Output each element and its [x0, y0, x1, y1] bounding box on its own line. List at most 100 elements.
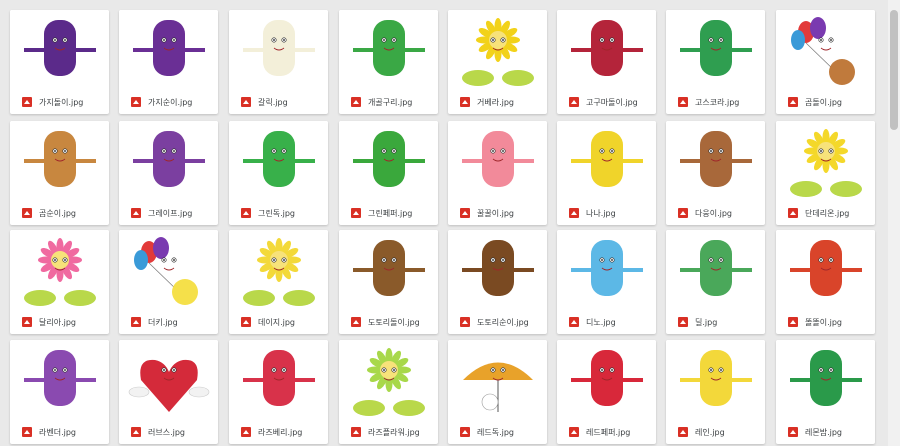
- file-label: 그린페퍼.jpg: [339, 201, 438, 225]
- image-file-icon: [678, 317, 688, 327]
- file-label: 라즈플라워.jpg: [339, 420, 438, 444]
- file-label: 가지순이.jpg: [119, 90, 218, 114]
- file-card[interactable]: 단데리온.jpg: [776, 121, 875, 225]
- image-thumbnail: [557, 10, 656, 90]
- image-file-icon: [460, 97, 470, 107]
- file-label: 레인.jpg: [666, 420, 765, 444]
- file-card[interactable]: 나나.jpg: [557, 121, 656, 225]
- file-card[interactable]: 가지돌이.jpg: [10, 10, 109, 114]
- file-card[interactable]: 라벤더.jpg: [10, 340, 109, 444]
- file-card[interactable]: 꿀꿀이.jpg: [448, 121, 547, 225]
- file-label: 더키.jpg: [119, 310, 218, 334]
- image-file-icon: [569, 208, 579, 218]
- image-file-icon: [351, 317, 361, 327]
- image-thumbnail: [448, 121, 547, 201]
- pig-character-drawing: [462, 131, 534, 187]
- image-file-icon: [460, 208, 470, 218]
- image-file-icon: [241, 97, 251, 107]
- file-name: 라즈베리.jpg: [258, 427, 303, 437]
- file-name: 그린독.jpg: [258, 208, 296, 218]
- file-name: 디노.jpg: [586, 317, 616, 327]
- file-name: 꿀꿀이.jpg: [477, 208, 515, 218]
- garlic-character-drawing: [243, 20, 315, 76]
- daisy-character-drawing: [243, 238, 315, 306]
- image-thumbnail: [557, 340, 656, 420]
- file-card[interactable]: 그린독.jpg: [229, 121, 328, 225]
- file-name: 단데리온.jpg: [805, 208, 850, 218]
- flower-character-drawing: [462, 18, 534, 86]
- file-card[interactable]: 더키.jpg: [119, 230, 218, 334]
- image-thumbnail: [776, 121, 875, 201]
- file-card[interactable]: 도토리순이.jpg: [448, 230, 547, 334]
- file-card[interactable]: 라즈베리.jpg: [229, 340, 328, 444]
- file-card[interactable]: 개골구리.jpg: [339, 10, 438, 114]
- file-card[interactable]: 곰순이.jpg: [10, 121, 109, 225]
- file-card[interactable]: 레드독.jpg: [448, 340, 547, 444]
- image-thumbnail: [119, 230, 218, 310]
- file-name: 그린페퍼.jpg: [368, 208, 413, 218]
- file-name: 그레이프.jpg: [148, 208, 193, 218]
- file-name: 고구마돌이.jpg: [586, 97, 638, 107]
- file-card[interactable]: 레인.jpg: [666, 340, 765, 444]
- file-card[interactable]: 그린페퍼.jpg: [339, 121, 438, 225]
- file-card[interactable]: 똘똘이.jpg: [776, 230, 875, 334]
- lemon-balm-character-drawing: [790, 350, 862, 406]
- file-card[interactable]: 데이지.jpg: [229, 230, 328, 334]
- duck-balloons-drawing: [134, 237, 198, 305]
- image-file-icon: [241, 427, 251, 437]
- image-file-icon: [678, 208, 688, 218]
- file-label: 라벤더.jpg: [10, 420, 109, 444]
- file-card[interactable]: 달리아.jpg: [10, 230, 109, 334]
- file-card[interactable]: 러브스.jpg: [119, 340, 218, 444]
- image-file-icon: [22, 427, 32, 437]
- file-name: 다웅이.jpg: [695, 208, 733, 218]
- scrollbar-thumb[interactable]: [890, 10, 898, 130]
- image-file-icon: [351, 208, 361, 218]
- dill-character-drawing: [680, 240, 752, 296]
- image-file-icon: [22, 317, 32, 327]
- file-card[interactable]: 갈릭.jpg: [229, 10, 328, 114]
- file-name: 레드독.jpg: [477, 427, 515, 437]
- eggplant-character-drawing: [24, 20, 96, 76]
- image-thumbnail: [229, 121, 328, 201]
- file-card[interactable]: 고구마돌이.jpg: [557, 10, 656, 114]
- file-card[interactable]: 레드페퍼.jpg: [557, 340, 656, 444]
- bear-balloons-drawing: [791, 17, 855, 85]
- image-thumbnail: [229, 10, 328, 90]
- file-card[interactable]: 가지순이.jpg: [119, 10, 218, 114]
- image-thumbnail: [10, 10, 109, 90]
- file-label: 도토리돌이.jpg: [339, 310, 438, 334]
- file-card[interactable]: 다웅이.jpg: [666, 121, 765, 225]
- file-name: 더키.jpg: [148, 317, 178, 327]
- image-thumbnail: [776, 340, 875, 420]
- image-file-icon: [131, 208, 141, 218]
- file-label: 다웅이.jpg: [666, 201, 765, 225]
- dog-character-drawing: [790, 240, 862, 296]
- dahlia-character-drawing: [24, 238, 96, 306]
- file-card[interactable]: 고스코라.jpg: [666, 10, 765, 114]
- file-card[interactable]: 라즈플라워.jpg: [339, 340, 438, 444]
- file-card[interactable]: 도토리돌이.jpg: [339, 230, 438, 334]
- bear-character-drawing: [24, 131, 96, 187]
- file-card[interactable]: 레몬밤.jpg: [776, 340, 875, 444]
- image-thumbnail: [666, 230, 765, 310]
- image-thumbnail: [10, 230, 109, 310]
- image-thumbnail: [119, 121, 218, 201]
- file-card[interactable]: 거베라.jpg: [448, 10, 547, 114]
- file-label: 레드페퍼.jpg: [557, 420, 656, 444]
- file-card[interactable]: 그레이프.jpg: [119, 121, 218, 225]
- file-name: 달리아.jpg: [39, 317, 77, 327]
- file-label: 디노.jpg: [557, 310, 656, 334]
- file-label: 곰순이.jpg: [10, 201, 109, 225]
- file-card[interactable]: 디노.jpg: [557, 230, 656, 334]
- image-file-icon: [788, 208, 798, 218]
- file-label: 달리아.jpg: [10, 310, 109, 334]
- file-name: 개골구리.jpg: [368, 97, 413, 107]
- image-thumbnail: [119, 10, 218, 90]
- file-label: 곰돌이.jpg: [776, 90, 875, 114]
- acorn-boy-character-drawing: [353, 240, 425, 296]
- file-card[interactable]: 딜.jpg: [666, 230, 765, 334]
- vertical-scrollbar[interactable]: [888, 0, 900, 446]
- file-card[interactable]: 곰돌이.jpg: [776, 10, 875, 114]
- file-grid: 가지돌이.jpg 가지순이.jpg 갈릭.jpg 개골구리.jpg 거베라.jpg 고구마…: [10, 0, 882, 446]
